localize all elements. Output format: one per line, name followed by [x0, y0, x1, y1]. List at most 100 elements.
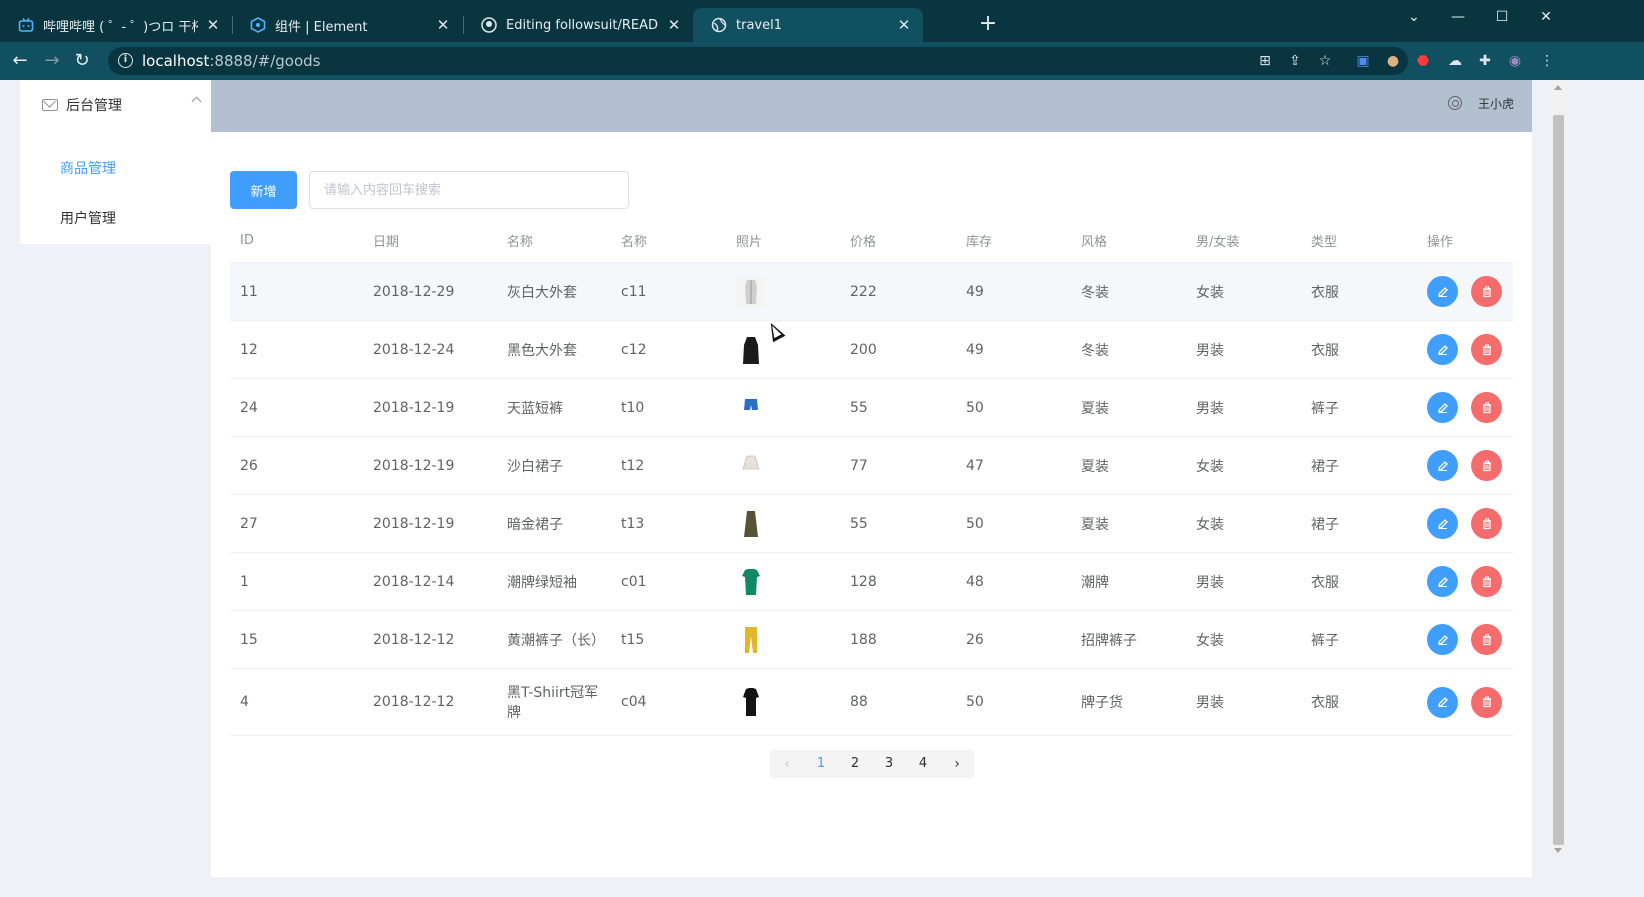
page-scrollbar[interactable]	[1550, 80, 1567, 857]
edit-button[interactable]	[1427, 392, 1458, 423]
extensions-puzzle-icon[interactable]: ✚	[1476, 52, 1494, 70]
close-window-button[interactable]: ✕	[1524, 4, 1568, 30]
forward-arrow-icon[interactable]: →	[40, 49, 64, 73]
cell-price: 200	[850, 341, 877, 358]
menu-dots-icon[interactable]: ⋮	[1538, 52, 1556, 70]
delete-button[interactable]	[1471, 334, 1502, 365]
browser-tab-bilibili[interactable]: 哔哩哔哩 ( ゜- ゜)つロ 干杯~-bili ✕	[0, 8, 232, 42]
url-text[interactable]: localhost:8888/#/goods	[142, 52, 320, 70]
sidebar-item-goods[interactable]: 商品管理	[20, 144, 220, 194]
close-icon[interactable]: ✕	[434, 16, 452, 34]
cloud-extension-icon[interactable]: ☁	[1446, 52, 1464, 70]
edit-button[interactable]	[1427, 276, 1458, 307]
minimize-button[interactable]: —	[1436, 4, 1480, 30]
cell-actions	[1417, 566, 1513, 597]
new-tab-button[interactable]: +	[976, 12, 1000, 36]
page-3-button[interactable]: 3	[872, 750, 906, 778]
username[interactable]: 王小虎	[1478, 95, 1514, 112]
cell-gender: 女装	[1196, 458, 1224, 475]
edit-button[interactable]	[1427, 508, 1458, 539]
search-input[interactable]	[309, 171, 629, 209]
reload-icon[interactable]: ↻	[70, 49, 94, 73]
cell-name: 天蓝短裤	[507, 400, 563, 417]
page-1-button[interactable]: 1	[804, 750, 838, 778]
table-row[interactable]: 24 2018-12-19 天蓝短裤 t10 55 50 夏装 男装 裤子	[230, 379, 1513, 437]
add-button[interactable]: 新增	[230, 171, 297, 209]
cell-date: 2018-12-19	[373, 399, 455, 416]
cell-id: 24	[240, 399, 258, 416]
share-icon[interactable]: ⇪	[1286, 52, 1304, 70]
gear-icon[interactable]	[1448, 96, 1462, 110]
table-row[interactable]: 12 2018-12-24 黑色大外套 c12 200 49 冬装 男装 衣服	[230, 321, 1513, 379]
trash-icon	[1481, 402, 1493, 414]
cell-style: 夏装	[1081, 516, 1109, 533]
table-row[interactable]: 1 2018-12-14 潮牌绿短袖 c01 128 48 潮牌 男装 衣服	[230, 553, 1513, 611]
url-field[interactable]: i localhost:8888/#/goods	[108, 47, 1408, 75]
site-info-icon[interactable]: i	[118, 53, 133, 68]
scroll-up-arrow-icon[interactable]	[1554, 85, 1562, 90]
cell-date: 2018-12-12	[373, 631, 455, 648]
tab-search-chevron-icon[interactable]: ⌄	[1392, 4, 1436, 30]
close-icon[interactable]: ✕	[665, 16, 683, 34]
cell-type: 裙子	[1311, 516, 1339, 533]
scrollbar-thumb[interactable]	[1553, 115, 1564, 845]
page-2-button[interactable]: 2	[838, 750, 872, 778]
next-page-chevron-icon[interactable]: ›	[940, 750, 974, 778]
cell-actions	[1417, 686, 1513, 718]
delete-button[interactable]	[1471, 508, 1502, 539]
browser-tab-element[interactable]: 组件 | Element ✕	[232, 8, 462, 42]
row-actions	[1427, 334, 1513, 365]
cell-style: 夏装	[1081, 400, 1109, 417]
cell-style: 夏装	[1081, 458, 1109, 475]
row-actions	[1427, 508, 1513, 539]
profile-avatar[interactable]: ◉	[1506, 52, 1524, 70]
delete-button[interactable]	[1471, 624, 1502, 655]
close-icon[interactable]: ✕	[204, 16, 222, 34]
submenu-backend-admin[interactable]: 后台管理	[20, 80, 220, 130]
edit-button[interactable]	[1427, 686, 1458, 718]
edit-button[interactable]	[1427, 566, 1458, 597]
delete-button[interactable]	[1471, 566, 1502, 597]
github-icon	[481, 17, 497, 33]
sidebar: 后台管理 商品管理 用户管理	[20, 80, 220, 877]
bookmark-star-icon[interactable]: ☆	[1316, 52, 1334, 70]
maximize-button[interactable]: ☐	[1480, 4, 1524, 30]
page-4-button[interactable]: 4	[906, 750, 940, 778]
cell-stock: 26	[966, 631, 984, 648]
close-icon[interactable]: ✕	[895, 16, 913, 34]
edit-button[interactable]	[1427, 450, 1458, 481]
cell-stock: 47	[966, 457, 984, 474]
delete-button[interactable]	[1471, 276, 1502, 307]
table-row[interactable]: 26 2018-12-19 沙白裙子 t12 77 47 夏装 女装 裙子	[230, 437, 1513, 495]
translate-icon[interactable]: ⊞	[1256, 52, 1274, 70]
adblock-extension-icon[interactable]: ⬣	[1414, 52, 1432, 70]
browser-tab-github[interactable]: Editing followsuit/README.mc ✕	[463, 8, 693, 42]
cell-date: 2018-12-24	[373, 341, 455, 358]
column-header-price: 价格	[850, 234, 877, 250]
delete-button[interactable]	[1471, 450, 1502, 481]
table-row[interactable]: 11 2018-12-29 灰白大外套 c11 222 49 冬装 女装 衣服	[230, 263, 1513, 321]
edit-button[interactable]	[1427, 334, 1458, 365]
cell-style: 冬装	[1081, 284, 1109, 301]
cell-type: 衣服	[1311, 695, 1339, 711]
delete-button[interactable]	[1471, 686, 1502, 718]
translator-extension-icon[interactable]: ▣	[1354, 52, 1372, 70]
column-header-stock: 库存	[966, 234, 993, 250]
edit-button[interactable]	[1427, 624, 1458, 655]
cell-stock: 49	[966, 341, 984, 358]
back-arrow-icon[interactable]: ←	[8, 49, 32, 73]
prev-page-chevron-icon[interactable]: ‹	[770, 750, 804, 778]
scroll-down-arrow-icon[interactable]	[1554, 848, 1562, 853]
table-row[interactable]: 27 2018-12-19 暗金裙子 t13 55 50 夏装 女装 裙子	[230, 495, 1513, 553]
cell-photo	[726, 276, 840, 307]
table-header-row: ID 日期 名称 名称 照片 价格 库存 风格 男/女装 类型 操作	[230, 218, 1513, 263]
cell-name: 潮牌绿短袖	[507, 574, 577, 591]
edit-pencil-icon	[1437, 460, 1449, 472]
table-row[interactable]: 15 2018-12-12 黄潮裤子（长） t15 188 26 招牌裤子 女装 裤子	[230, 611, 1513, 669]
sidebar-item-users[interactable]: 用户管理	[20, 194, 220, 244]
cell-date: 2018-12-19	[373, 457, 455, 474]
delete-button[interactable]	[1471, 392, 1502, 423]
avatar-extension-icon[interactable]: ●	[1384, 52, 1402, 70]
browser-tab-travel1[interactable]: travel1 ✕	[693, 8, 923, 42]
table-row[interactable]: 4 2018-12-12 黑T-Shiirt冠军牌 c04 88 50 牌子货 男装 衣服	[230, 669, 1513, 736]
